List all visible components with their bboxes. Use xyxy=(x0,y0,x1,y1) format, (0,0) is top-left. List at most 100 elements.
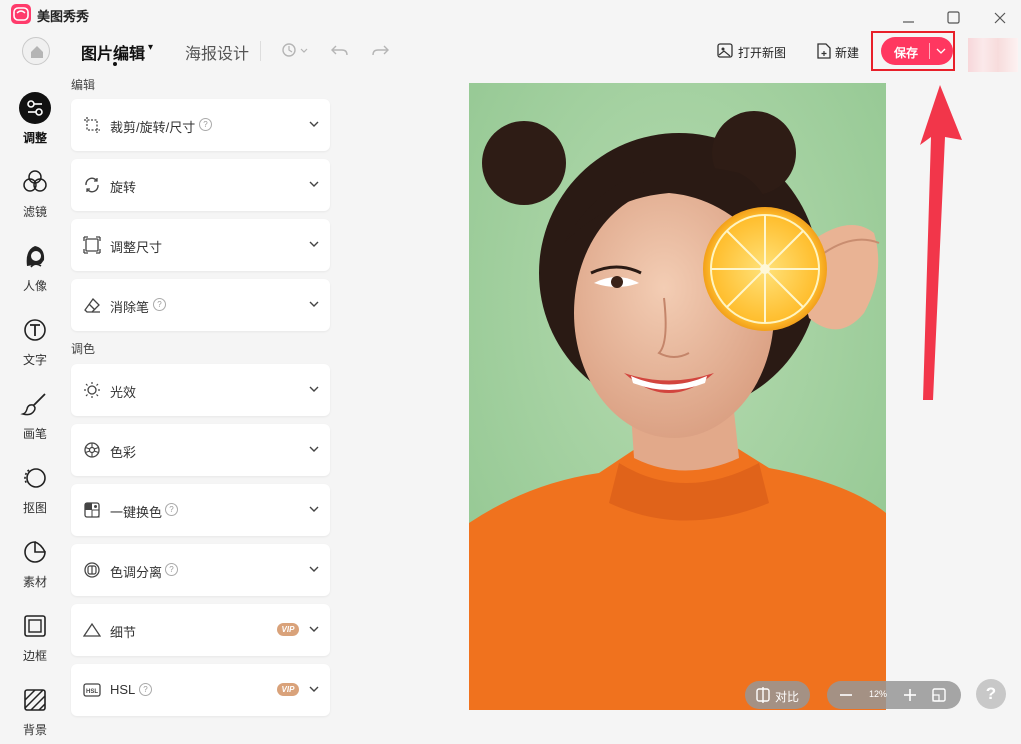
panel-item-hsl[interactable]: HSL HSL ? VIP xyxy=(71,664,330,716)
home-button[interactable] xyxy=(22,37,50,65)
nav-label: 背景 xyxy=(22,723,47,737)
nav-item-adjust[interactable]: 调整 xyxy=(0,92,70,152)
chevron-down-icon[interactable] xyxy=(307,117,321,131)
panel-item-split-tone[interactable]: 色调分离 ? xyxy=(71,544,330,596)
chevron-down-icon[interactable]: ▾ xyxy=(148,42,153,53)
new-file-icon xyxy=(817,43,831,59)
nav-item-portrait[interactable]: 人像 xyxy=(0,240,70,300)
help-icon[interactable]: ? xyxy=(139,683,152,696)
detail-icon xyxy=(82,621,102,639)
redo-icon[interactable] xyxy=(370,40,390,60)
chevron-down-icon[interactable] xyxy=(307,502,321,516)
split-tone-icon xyxy=(83,561,101,579)
rotate-icon xyxy=(83,176,101,194)
filter-icon xyxy=(19,166,51,198)
panel-item-light[interactable]: 光效 xyxy=(71,364,330,416)
panel-item-eraser[interactable]: 消除笔 ? xyxy=(71,279,330,331)
chevron-down-icon[interactable] xyxy=(307,622,321,636)
section-color-label: 调色 xyxy=(71,342,96,356)
nav-label: 边框 xyxy=(22,649,47,663)
compare-button[interactable]: 对比 xyxy=(745,681,810,709)
open-image-icon xyxy=(717,43,733,58)
nav-item-cutout[interactable]: 抠图 xyxy=(0,462,70,522)
panel-item-label: 色调分离 xyxy=(110,565,163,580)
active-tab-indicator xyxy=(113,62,117,66)
panel-item-rotate[interactable]: 旋转 xyxy=(71,159,330,211)
panel-item-label: 一键换色 xyxy=(110,505,163,520)
chevron-down-icon[interactable] xyxy=(307,297,321,311)
sticker-icon xyxy=(19,536,51,568)
help-button[interactable]: ? xyxy=(976,679,1006,709)
nav-item-brush[interactable]: 画笔 xyxy=(0,388,70,448)
fit-screen-icon[interactable] xyxy=(931,687,947,703)
panel-item-color[interactable]: 色彩 xyxy=(71,424,330,476)
help-icon[interactable]: ? xyxy=(153,298,166,311)
open-image-button[interactable]: 打开新图 xyxy=(716,42,786,62)
annotation-arrow xyxy=(920,85,962,400)
adjust-panel: 编辑 裁剪/旋转/尺寸 ? 旋转 调整尺寸 消除笔 ? 调色 光效 色彩 一键换… xyxy=(70,73,340,726)
portrait-icon xyxy=(19,240,51,272)
panel-item-label: 色彩 xyxy=(110,445,137,460)
nav-item-text[interactable]: 文字 xyxy=(0,314,70,374)
nav-item-sticker[interactable]: 素材 xyxy=(0,536,70,596)
open-image-label: 打开新图 xyxy=(738,46,787,60)
panel-item-crop[interactable]: 裁剪/旋转/尺寸 ? xyxy=(71,99,330,151)
text-icon xyxy=(19,314,51,346)
light-icon xyxy=(83,381,101,399)
chevron-down-icon[interactable] xyxy=(307,382,321,396)
help-icon[interactable]: ? xyxy=(199,118,212,131)
svg-text:HSL: HSL xyxy=(86,689,98,695)
adjust-icon xyxy=(19,92,51,124)
chevron-down-icon[interactable] xyxy=(307,442,321,456)
zoom-controls: 12% xyxy=(827,681,961,709)
panel-item-detail[interactable]: 细节 VIP xyxy=(71,604,330,656)
frame-icon xyxy=(19,610,51,642)
panel-item-label: 光效 xyxy=(110,385,137,400)
avatar[interactable] xyxy=(968,38,1018,72)
hsl-icon: HSL xyxy=(83,681,101,699)
undo-icon[interactable] xyxy=(330,40,350,60)
app-name: 美图秀秀 xyxy=(37,9,90,24)
nav-label: 调整 xyxy=(22,131,47,145)
save-highlight-box xyxy=(871,31,955,71)
zoom-out-icon[interactable] xyxy=(839,688,853,702)
help-icon[interactable]: ? xyxy=(165,503,178,516)
nav-label: 画笔 xyxy=(22,427,47,441)
nav-item-background[interactable]: 背景 xyxy=(0,684,70,744)
section-edit-label: 编辑 xyxy=(71,78,96,92)
panel-item-label: 旋转 xyxy=(110,180,137,195)
edited-photo[interactable] xyxy=(469,83,886,710)
tab-image-edit[interactable]: 图片编辑 xyxy=(81,40,145,64)
chevron-down-icon[interactable] xyxy=(307,682,321,696)
help-icon[interactable]: ? xyxy=(165,563,178,576)
app-logo xyxy=(11,4,31,24)
maximize-icon[interactable] xyxy=(946,8,962,24)
nav-label: 滤镜 xyxy=(22,205,47,219)
nav-item-filter[interactable]: 滤镜 xyxy=(0,166,70,226)
crop-icon xyxy=(83,116,101,134)
zoom-in-icon[interactable] xyxy=(903,688,917,702)
panel-item-label: 消除笔 xyxy=(110,300,150,315)
resize-icon xyxy=(83,236,101,254)
panel-item-resize[interactable]: 调整尺寸 xyxy=(71,219,330,271)
nav-item-frame[interactable]: 边框 xyxy=(0,610,70,670)
chevron-down-icon[interactable] xyxy=(307,562,321,576)
chevron-down-icon[interactable] xyxy=(307,177,321,191)
compare-icon xyxy=(756,687,770,703)
nav-label: 素材 xyxy=(22,575,47,589)
close-icon[interactable] xyxy=(992,8,1008,24)
panel-item-label: 细节 xyxy=(110,625,137,640)
vip-badge: VIP xyxy=(277,683,299,696)
history-icon[interactable] xyxy=(280,40,308,60)
chevron-down-icon[interactable] xyxy=(307,237,321,251)
compare-label: 对比 xyxy=(775,690,800,704)
minimize-icon[interactable] xyxy=(900,8,916,24)
background-icon xyxy=(19,684,51,716)
brush-icon xyxy=(19,388,51,420)
tab-poster-design[interactable]: 海报设计 xyxy=(185,40,249,64)
panel-item-recolor[interactable]: 一键换色 ? xyxy=(71,484,330,536)
nav-label: 文字 xyxy=(22,353,47,367)
new-button[interactable]: 新建 xyxy=(815,42,859,62)
zoom-level: 12% xyxy=(869,689,888,699)
vip-badge: VIP xyxy=(277,623,299,636)
